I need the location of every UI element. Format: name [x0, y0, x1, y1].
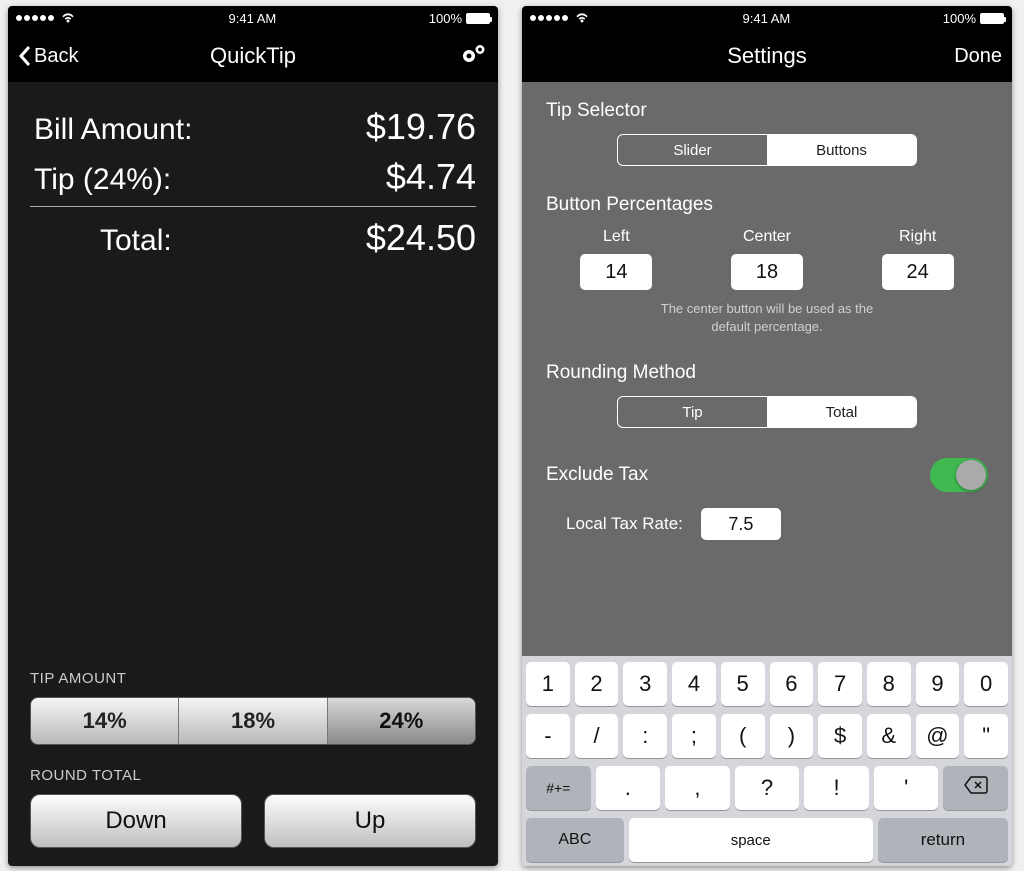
battery-icon: [980, 13, 1004, 24]
battery-percent: 100%: [429, 11, 462, 26]
exclude-tax-toggle[interactable]: [930, 458, 988, 492]
back-button[interactable]: Back: [18, 45, 78, 68]
key-6[interactable]: 6: [770, 662, 814, 706]
key-quote[interactable]: ": [964, 714, 1008, 758]
bill-label: Bill Amount:: [30, 113, 192, 147]
done-label: Done: [954, 45, 1002, 68]
key-amp[interactable]: &: [867, 714, 911, 758]
wifi-icon: [574, 11, 590, 26]
tip-option-14[interactable]: 14%: [31, 698, 179, 744]
pct-center-input[interactable]: [731, 254, 803, 290]
key-return[interactable]: return: [878, 818, 1008, 862]
key-7[interactable]: 7: [818, 662, 862, 706]
pct-header-left: Left: [603, 228, 630, 246]
key-1[interactable]: 1: [526, 662, 570, 706]
key-at[interactable]: @: [916, 714, 960, 758]
gears-icon: [460, 42, 488, 70]
key-colon[interactable]: :: [623, 714, 667, 758]
tip-option-18[interactable]: 18%: [179, 698, 327, 744]
tip-label: Tip (24%):: [30, 163, 171, 197]
rounding-total[interactable]: Total: [767, 397, 916, 427]
done-button[interactable]: Done: [954, 45, 1002, 68]
key-abc[interactable]: ABC: [526, 818, 624, 862]
key-8[interactable]: 8: [867, 662, 911, 706]
exclude-tax-label: Exclude Tax: [546, 464, 648, 486]
nav-bar: Settings Done: [522, 30, 1012, 82]
key-semicolon[interactable]: ;: [672, 714, 716, 758]
key-5[interactable]: 5: [721, 662, 765, 706]
settings-button[interactable]: [460, 42, 488, 70]
settings-content: Tip Selector Slider Buttons Button Perce…: [522, 82, 1012, 656]
key-exclaim[interactable]: !: [804, 766, 869, 810]
keyboard: 1 2 3 4 5 6 7 8 9 0 - / : ; ( ) $ & @ " …: [522, 656, 1012, 866]
key-dash[interactable]: -: [526, 714, 570, 758]
local-tax-label: Local Tax Rate:: [566, 514, 683, 534]
backspace-icon: [963, 775, 989, 801]
wifi-icon: [60, 11, 76, 26]
pct-left-input[interactable]: [580, 254, 652, 290]
signal-dots-icon: [530, 15, 568, 21]
settings-screen: 9:41 AM 100% Settings Done Tip Selector …: [522, 6, 1012, 866]
rounding-segmented: Tip Total: [617, 396, 917, 428]
total-label: Total:: [30, 224, 172, 258]
round-section-label: ROUND TOTAL: [30, 767, 476, 784]
nav-bar: Back QuickTip: [8, 30, 498, 82]
key-0[interactable]: 0: [964, 662, 1008, 706]
nav-title: QuickTip: [8, 43, 498, 69]
key-rparen[interactable]: ): [770, 714, 814, 758]
rounding-label: Rounding Method: [546, 362, 988, 384]
key-comma[interactable]: ,: [665, 766, 730, 810]
round-down-button[interactable]: Down: [30, 794, 242, 848]
main-content: Bill Amount: $19.76 Tip (24%): $4.74 Tot…: [8, 82, 498, 866]
tip-option-24[interactable]: 24%: [328, 698, 475, 744]
round-up-button[interactable]: Up: [264, 794, 476, 848]
key-slash[interactable]: /: [575, 714, 619, 758]
total-value: $24.50: [366, 217, 476, 259]
tip-selector-slider[interactable]: Slider: [618, 135, 767, 165]
status-time: 9:41 AM: [590, 11, 943, 26]
divider: [30, 206, 476, 207]
local-tax-input[interactable]: [701, 508, 781, 540]
key-4[interactable]: 4: [672, 662, 716, 706]
tip-selector-segmented: Slider Buttons: [617, 134, 917, 166]
key-backspace[interactable]: [943, 766, 1008, 810]
key-question[interactable]: ?: [735, 766, 800, 810]
key-space[interactable]: space: [629, 818, 873, 862]
key-9[interactable]: 9: [916, 662, 960, 706]
nav-title: Settings: [522, 43, 1012, 69]
status-bar: 9:41 AM 100%: [522, 6, 1012, 30]
back-label: Back: [34, 45, 78, 68]
tip-selector-buttons[interactable]: Buttons: [767, 135, 916, 165]
key-symbols[interactable]: #+=: [526, 766, 591, 810]
chevron-left-icon: [18, 45, 32, 67]
pct-right-input[interactable]: [882, 254, 954, 290]
key-2[interactable]: 2: [575, 662, 619, 706]
quicktip-screen: 9:41 AM 100% Back QuickTip: [8, 6, 498, 866]
key-lparen[interactable]: (: [721, 714, 765, 758]
status-bar: 9:41 AM 100%: [8, 6, 498, 30]
key-apostrophe[interactable]: ': [874, 766, 939, 810]
pct-header-center: Center: [743, 228, 791, 246]
tip-amount-section-label: TIP AMOUNT: [30, 670, 476, 687]
key-dollar[interactable]: $: [818, 714, 862, 758]
button-pct-label: Button Percentages: [546, 194, 988, 216]
rounding-tip[interactable]: Tip: [618, 397, 767, 427]
key-3[interactable]: 3: [623, 662, 667, 706]
signal-dots-icon: [16, 15, 54, 21]
tip-value: $4.74: [386, 156, 476, 198]
pct-hint: The center button will be used as thedef…: [546, 300, 988, 336]
status-time: 9:41 AM: [76, 11, 429, 26]
bill-value: $19.76: [366, 106, 476, 148]
pct-header-right: Right: [899, 228, 936, 246]
tip-selector-label: Tip Selector: [546, 100, 988, 122]
key-period[interactable]: .: [596, 766, 661, 810]
tip-percent-segmented: 14% 18% 24%: [30, 697, 476, 745]
battery-percent: 100%: [943, 11, 976, 26]
battery-icon: [466, 13, 490, 24]
